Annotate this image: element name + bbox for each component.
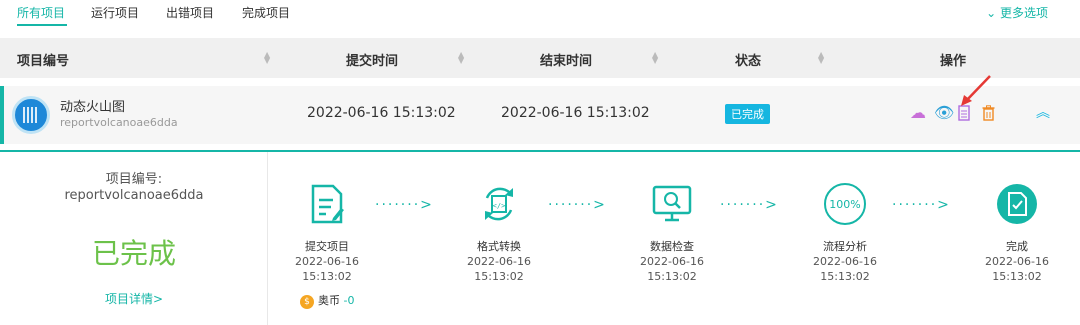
- step-time: 15:13:02: [992, 270, 1042, 283]
- step-time: 15:13:02: [820, 270, 870, 283]
- project-detail-panel: 项目编号: reportvolcanoae6dda 已完成 项目详情> 提交项目…: [0, 150, 1080, 325]
- coin-cost: $ 奥币 -0: [300, 292, 354, 309]
- detail-id-caption: 项目编号:: [105, 172, 163, 187]
- status-badge: 已完成: [725, 104, 770, 124]
- tab-running[interactable]: 运行项目: [91, 4, 139, 21]
- step-date: 2022-06-16: [467, 255, 531, 268]
- chevron-down-icon: ⌄: [986, 6, 997, 20]
- header-submit-time: 提交时间: [346, 54, 399, 69]
- sort-icon[interactable]: ▲ ▼: [652, 51, 658, 65]
- step-label: 完成: [1006, 240, 1028, 253]
- step-convert: </> 格式转换 2022-06-16 15:13:02: [449, 182, 549, 284]
- sort-icon[interactable]: ▲ ▼: [818, 51, 824, 65]
- sort-icon[interactable]: ▲ ▼: [458, 51, 464, 65]
- step-connector: ·······>: [375, 197, 434, 213]
- step-time: 15:13:02: [302, 270, 352, 283]
- more-options-label: 更多选项: [999, 6, 1048, 20]
- project-avatar: [12, 96, 50, 134]
- step-date: 2022-06-16: [985, 255, 1049, 268]
- step-check: 数据检查 2022-06-16 15:13:02: [622, 182, 722, 284]
- active-tab-underline: [17, 24, 67, 26]
- row-accent-bar: [0, 86, 4, 144]
- step-label: 流程分析: [823, 240, 867, 253]
- collapse-chevron-icon[interactable]: ︽: [1036, 104, 1050, 122]
- header-project-id: 项目编号: [17, 54, 70, 69]
- cloud-download-icon[interactable]: ☁: [910, 104, 926, 122]
- table-header: 项目编号 ▲ ▼ 提交时间 ▲ ▼ 结束时间 ▲ ▼ 状态 ▲ ▼ 操作: [0, 38, 1080, 78]
- step-connector: ·······>: [720, 197, 779, 213]
- format-convert-icon: </>: [477, 182, 521, 226]
- progress-circle-icon: 100%: [823, 182, 867, 226]
- step-time: 15:13:02: [647, 270, 697, 283]
- more-options-button[interactable]: ⌄ 更多选项: [986, 4, 1048, 21]
- step-finish: 完成 2022-06-16 15:13:02: [967, 182, 1067, 284]
- complete-document-icon: [995, 182, 1039, 226]
- step-analysis: 100% 流程分析 2022-06-16 15:13:02: [795, 182, 895, 284]
- tab-error[interactable]: 出错项目: [166, 4, 214, 21]
- detail-id: reportvolcanoae6dda: [64, 188, 204, 203]
- svg-text:</>: </>: [493, 202, 506, 210]
- trash-icon[interactable]: [982, 105, 995, 125]
- detail-summary: 项目编号: reportvolcanoae6dda 已完成 项目详情>: [0, 152, 268, 325]
- step-connector: ·······>: [892, 197, 951, 213]
- project-name: 动态火山图: [60, 100, 126, 115]
- end-time: 2022-06-16 15:13:02: [501, 105, 650, 121]
- step-connector: ·······>: [548, 197, 607, 213]
- project-detail-link[interactable]: 项目详情>: [0, 290, 268, 307]
- step-time: 15:13:02: [474, 270, 524, 283]
- header-status: 状态: [735, 54, 762, 69]
- step-label: 提交项目: [305, 240, 349, 253]
- detail-status: 已完成: [91, 237, 176, 270]
- submit-time: 2022-06-16 15:13:02: [307, 105, 456, 121]
- submit-document-icon: [305, 182, 349, 226]
- document-icon[interactable]: [958, 105, 970, 125]
- tab-all[interactable]: 所有项目: [17, 4, 65, 21]
- header-actions: 操作: [940, 54, 967, 69]
- sort-icon[interactable]: ▲ ▼: [264, 51, 270, 65]
- eye-icon[interactable]: 👁: [934, 104, 954, 122]
- monitor-search-icon: [650, 182, 694, 226]
- coin-label: 奥币: [318, 294, 340, 307]
- tab-completed[interactable]: 完成项目: [242, 4, 290, 21]
- step-date: 2022-06-16: [640, 255, 704, 268]
- project-id: reportvolcanoae6dda: [60, 116, 178, 129]
- table-row[interactable]: 动态火山图 reportvolcanoae6dda 2022-06-16 15:…: [0, 86, 1080, 144]
- header-end-time: 结束时间: [540, 54, 593, 69]
- step-date: 2022-06-16: [813, 255, 877, 268]
- step-submit: 提交项目 2022-06-16 15:13:02: [277, 182, 377, 284]
- annotation-arrow-icon: [961, 75, 991, 106]
- project-tabs: 所有项目 运行项目 出错项目 完成项目 ⌄ 更多选项: [0, 0, 1080, 30]
- step-label: 数据检查: [650, 240, 694, 253]
- coin-icon: $: [300, 295, 314, 309]
- step-label: 格式转换: [477, 240, 521, 253]
- step-date: 2022-06-16: [295, 255, 359, 268]
- coin-value: -0: [343, 294, 355, 307]
- progress-text: 100%: [824, 183, 866, 225]
